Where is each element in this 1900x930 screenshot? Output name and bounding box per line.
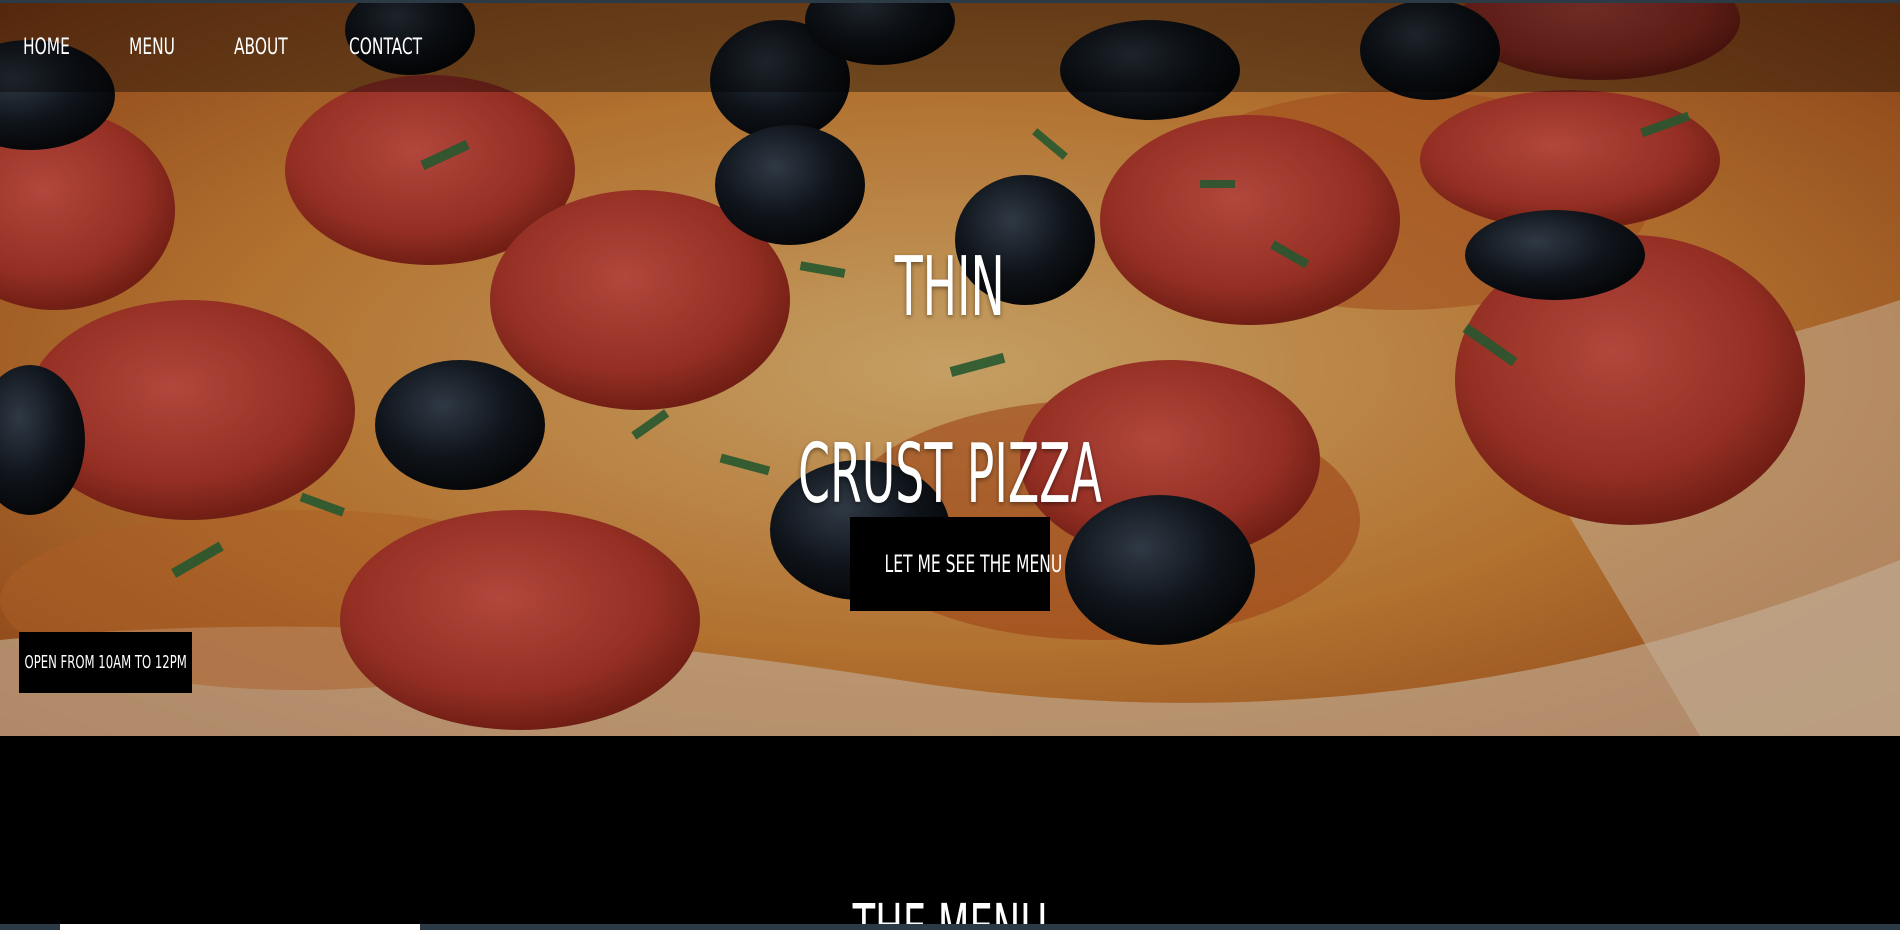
hero-title-line1: THIN bbox=[894, 239, 1006, 335]
nav-item-about[interactable]: ABOUT bbox=[234, 35, 288, 60]
nav-list: HOME MENU ABOUT CONTACT bbox=[0, 3, 1900, 92]
menu-section: THE MENU bbox=[0, 736, 1900, 930]
nav-item-home[interactable]: HOME bbox=[23, 35, 70, 60]
hero-darken-overlay bbox=[0, 0, 1900, 736]
opening-hours-badge: OPEN FROM 10AM TO 12PM bbox=[19, 632, 192, 693]
page: THIN CRUST PIZZA LET ME SEE THE MENU OPE… bbox=[0, 0, 1900, 930]
nav-item-contact[interactable]: CONTACT bbox=[349, 35, 422, 60]
hero-title-line2: CRUST PIZZA bbox=[798, 426, 1102, 522]
see-menu-button[interactable]: LET ME SEE THE MENU bbox=[850, 517, 1062, 611]
menu-card-top-edge bbox=[60, 924, 420, 930]
hero-section: THIN CRUST PIZZA LET ME SEE THE MENU OPE… bbox=[0, 0, 1900, 736]
nav-item-menu[interactable]: MENU bbox=[129, 35, 175, 60]
window-top-edge bbox=[0, 0, 1900, 3]
main-nav: HOME MENU ABOUT CONTACT bbox=[0, 3, 1900, 92]
